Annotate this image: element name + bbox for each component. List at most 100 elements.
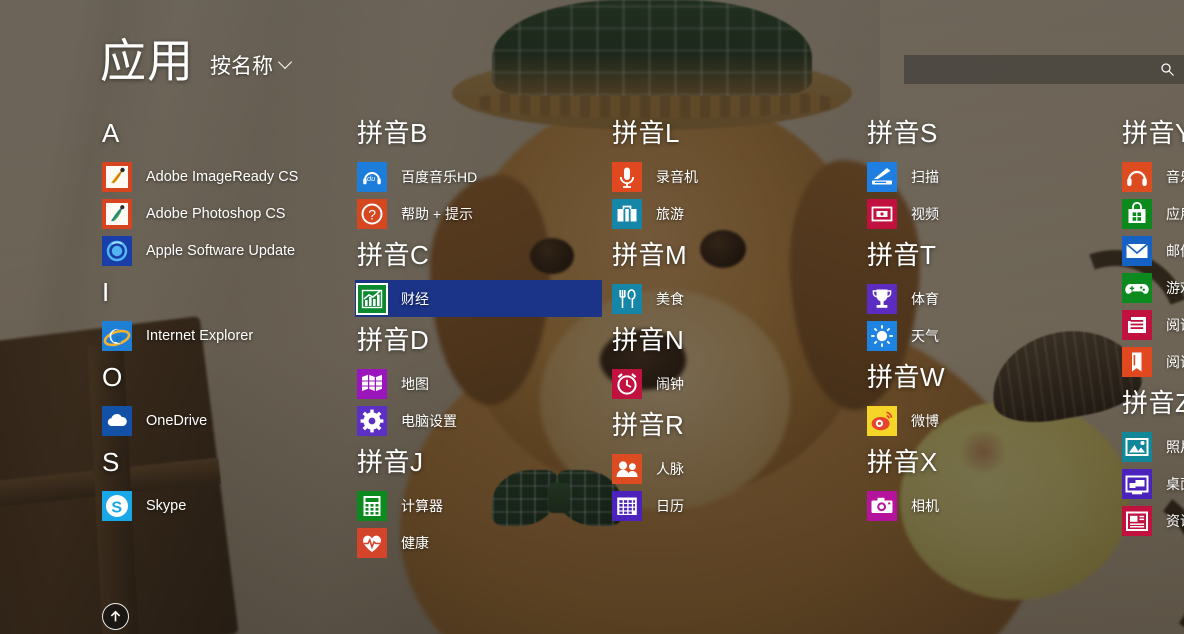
apps-column-4: 拼音S 扫描视频拼音T 体育 天气拼音W 微博拼音X 相机 [865,120,1120,571]
group-heading: 拼音X [867,447,938,477]
app-tile-row[interactable]: 游戏 [1120,269,1184,306]
search-input[interactable] [904,55,1154,84]
page-title: 应用 [100,35,194,87]
group-heading: S [102,447,120,477]
app-tile-row[interactable]: 照片 [1120,428,1184,465]
app-tile-row[interactable]: 电脑设置 [355,402,602,439]
app-tile-row[interactable]: 美食 [610,280,857,317]
app-tile-row[interactable]: 计算器 [355,487,602,524]
travel-suitcase-icon [612,198,642,229]
app-group: 拼音B du 百度音乐HD? 帮助 + 提示 [355,120,610,232]
onedrive-icon [102,405,132,436]
finance-icon [356,282,388,315]
people-icon [612,453,642,484]
app-label: 闹钟 [656,375,684,392]
app-label: 健康 [401,534,429,551]
photos-icon [1122,431,1152,462]
app-label: OneDrive [146,412,208,429]
weibo-icon [867,405,897,436]
app-tile-row[interactable]: Adobe Photoshop CS [100,195,347,232]
svg-text:e: e [115,331,122,347]
apps-column-3: 拼音L 录音机 旅游 拼音M 美食 拼音N 闹钟 拼音R 人脉 日历 [610,120,865,571]
app-label: 桌面 [1166,475,1184,492]
app-label: Internet Explorer [146,327,254,344]
app-tile-row[interactable]: 扫描 [865,158,1112,195]
app-group: A Adobe ImageReady CS Adobe Photoshop CS Ap… [100,120,355,269]
search-box[interactable] [904,55,1184,84]
app-tile-row[interactable]: 微博 [865,402,1112,439]
group-heading: 拼音S [867,118,938,148]
app-label: 地图 [401,375,429,392]
scan-icon [867,161,897,192]
maps-icon [357,368,387,399]
skype-icon: S [102,490,132,521]
app-tile-row[interactable]: 日历 [610,487,857,524]
app-label: 财经 [401,290,429,307]
app-label: 扫描 [911,168,939,185]
app-tile-row[interactable]: OneDrive [100,402,347,439]
app-label: 帮助 + 提示 [401,205,473,222]
app-label: 相机 [911,497,939,514]
app-label: 人脉 [656,460,684,477]
group-heading: I [102,277,110,307]
app-tile-row[interactable]: 阅读列表 [1120,306,1184,343]
app-group: Ie Internet Explorer [100,279,355,354]
app-group: 拼音Z 照片桌面资讯 [1120,390,1184,539]
app-label: 电脑设置 [401,412,457,429]
internet-explorer-icon: e [102,320,132,351]
sound-recorder-mic-icon [612,161,642,192]
apps-header: 应用 按名称 [100,38,292,84]
back-to-start-button[interactable] [102,603,129,630]
app-tile-row[interactable]: 应用商店 [1120,195,1184,232]
app-tile-row[interactable]: 音乐 [1120,158,1184,195]
app-tile-row[interactable]: 天气 [865,317,1112,354]
games-xbox-icon [1122,272,1152,303]
app-label: 照片 [1166,438,1184,455]
app-group: 拼音W 微博 [865,364,1120,439]
app-tile-row[interactable]: 财经 [355,280,602,317]
app-tile-row[interactable]: 人脉 [610,450,857,487]
app-tile-row[interactable]: 旅游 [610,195,857,232]
app-tile-row[interactable]: 视频 [865,195,1112,232]
group-heading: 拼音Y [1122,118,1184,148]
app-group: 拼音N 闹钟 [610,327,865,402]
app-tile-row[interactable]: ? 帮助 + 提示 [355,195,602,232]
app-tile-row[interactable]: Adobe ImageReady CS [100,158,347,195]
group-heading: 拼音D [357,325,430,355]
group-heading: 拼音T [867,240,937,270]
app-group: 拼音T 体育 天气 [865,242,1120,354]
apps-column-5: 拼音Y 音乐应用商店邮件游戏阅读列表阅读器拼音Z 照片桌面资讯 [1120,120,1184,571]
group-heading: 拼音M [612,240,688,270]
group-heading: 拼音N [612,325,685,355]
apple-software-update-icon [102,235,132,266]
group-heading: 拼音Z [1122,388,1184,418]
app-tile-row[interactable]: S Skype [100,487,347,524]
app-tile-row[interactable]: 相机 [865,487,1112,524]
apps-column-2: 拼音B du 百度音乐HD? 帮助 + 提示 拼音C 财经 拼音D 地图 电脑设置 拼音J 计算器健… [355,120,610,571]
app-tile-row[interactable]: Apple Software Update [100,232,347,269]
search-icon[interactable] [1154,62,1180,77]
adobe-imageready-icon [102,161,132,192]
app-tile-row[interactable]: e Internet Explorer [100,317,347,354]
app-tile-row[interactable]: 录音机 [610,158,857,195]
app-group: 拼音Y 音乐应用商店邮件游戏阅读列表阅读器 [1120,120,1184,380]
app-tile-row[interactable]: 地图 [355,365,602,402]
sort-dropdown[interactable]: 按名称 [210,50,292,84]
app-tile-row[interactable]: 桌面 [1120,465,1184,502]
app-group: 拼音C 财经 [355,242,610,317]
app-tile-row[interactable]: 资讯 [1120,502,1184,539]
pc-settings-gear-icon [357,405,387,436]
desktop-icon [1122,468,1152,499]
app-tile-row[interactable]: 体育 [865,280,1112,317]
health-heart-icon [357,527,387,558]
app-group: S S Skype [100,449,355,524]
app-label: 日历 [656,497,684,514]
app-tile-row[interactable]: 邮件 [1120,232,1184,269]
app-label: Skype [146,497,187,514]
app-tile-row[interactable]: du 百度音乐HD [355,158,602,195]
app-tile-row[interactable]: 闹钟 [610,365,857,402]
app-label: 音乐 [1166,168,1184,185]
app-tile-row[interactable]: 阅读器 [1120,343,1184,380]
app-tile-row[interactable]: 健康 [355,524,602,561]
calendar-icon [612,490,642,521]
